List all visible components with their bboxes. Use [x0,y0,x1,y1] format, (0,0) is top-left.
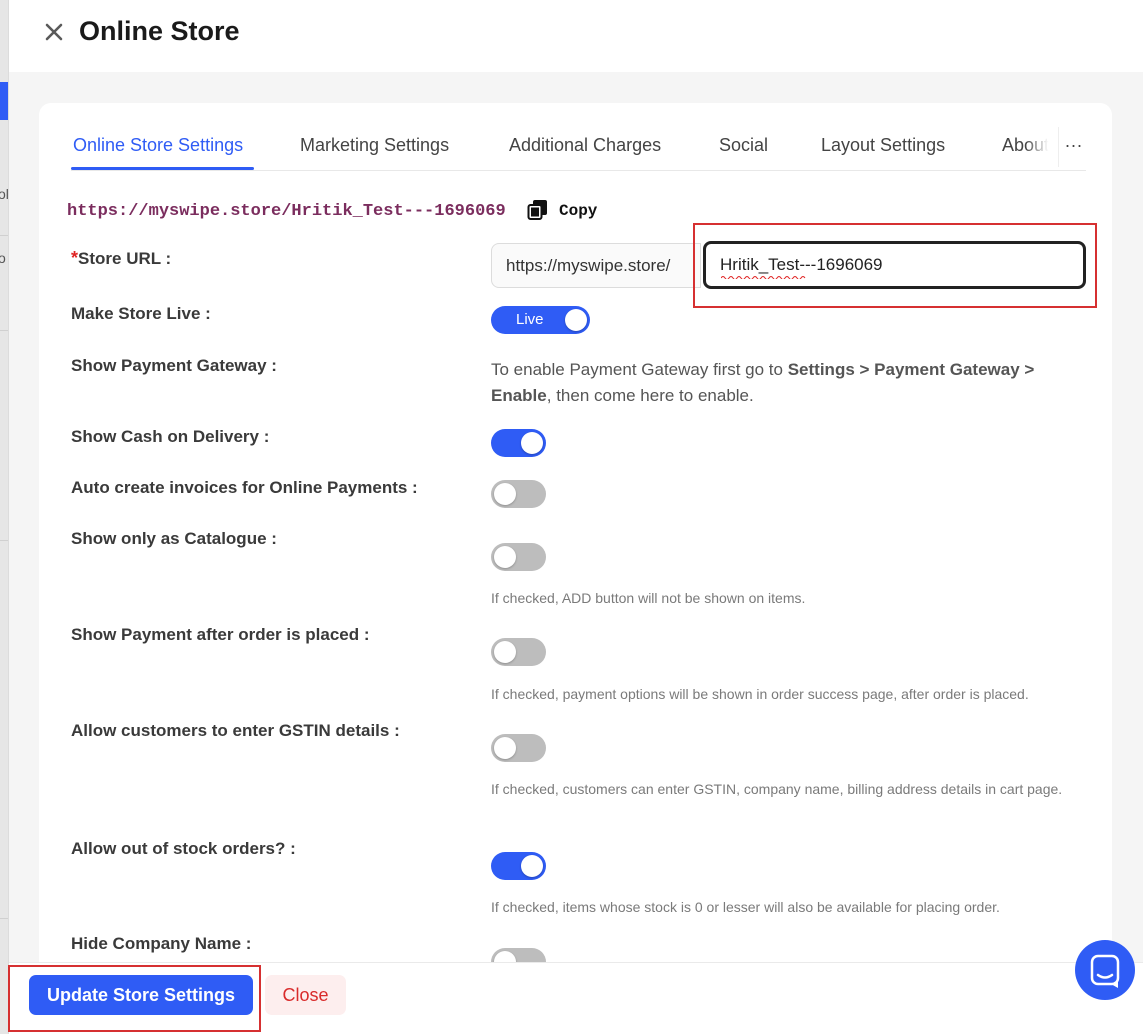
copy-label: Copy [559,202,598,220]
copy-icon [527,200,547,220]
background-divider [0,540,8,541]
close-icon-glyph [45,23,63,41]
tab-layout-settings[interactable]: Layout Settings [821,135,945,156]
hide-company-name-label: Hide Company Name : [71,934,252,953]
store-url-input[interactable] [703,241,1086,289]
toggle-knob [521,432,543,454]
catalogue-toggle[interactable] [491,543,546,571]
make-store-live-toggle[interactable]: Live [491,306,590,334]
payment-gateway-info-suffix: , then come here to enable. [546,386,754,405]
tab-more-icon[interactable]: ··· [1058,127,1088,167]
live-toggle-text: Live [516,311,544,328]
out-of-stock-toggle[interactable] [491,852,546,880]
background-nav-active [0,82,8,120]
payment-after-order-hint: If checked, payment options will be show… [491,686,1029,702]
auto-create-invoices-label: Auto create invoices for Online Payments… [71,478,418,497]
online-store-drawer: Online Store Online Store Settings Marke… [8,0,1143,1034]
toggle-knob [494,737,516,759]
close-button[interactable]: Close [265,975,346,1015]
close-icon[interactable] [42,20,66,44]
cash-on-delivery-toggle[interactable] [491,429,546,457]
show-cash-on-delivery-label: Show Cash on Delivery : [71,427,270,446]
chat-support-button[interactable] [1075,940,1135,1000]
payment-gateway-info-path: Settings > Payment Gateway > [787,360,1035,379]
background-divider [0,330,8,331]
toggle-knob [521,855,543,877]
tab-overflow-fade [1026,127,1058,167]
gstin-hint: If checked, customers can enter GSTIN, c… [491,781,1063,797]
toggle-knob [565,309,587,331]
tab-online-store-settings[interactable]: Online Store Settings [73,135,243,156]
gstin-toggle[interactable] [491,734,546,762]
store-url-prefix: https://myswipe.store/ [491,243,701,288]
show-payment-after-order-label: Show Payment after order is placed : [71,625,370,644]
chat-icon [1090,954,1120,988]
auto-create-invoices-toggle[interactable] [491,480,546,508]
payment-after-order-toggle[interactable] [491,638,546,666]
background-divider [0,235,8,236]
store-url-label-text: Store URL : [78,249,172,268]
tab-additional-charges[interactable]: Additional Charges [509,135,661,156]
store-url-input-group: https://myswipe.store/ [491,241,1086,289]
allow-gstin-label: Allow customers to enter GSTIN details : [71,721,400,740]
catalogue-hint: If checked, ADD button will not be shown… [491,590,806,606]
background-text: o [0,250,6,266]
tab-social[interactable]: Social [719,135,768,156]
store-url-label: *Store URL : [71,248,171,269]
drawer-title: Online Store [79,16,240,46]
payment-gateway-info: To enable Payment Gateway first go to Se… [491,357,1061,409]
update-store-settings-button[interactable]: Update Store Settings [29,975,253,1015]
toggle-knob [494,641,516,663]
payment-gateway-info-enable: Enable [491,386,547,405]
show-payment-gateway-label: Show Payment Gateway : [71,356,277,375]
tab-marketing-settings[interactable]: Marketing Settings [300,135,449,156]
background-app-strip: ol o [0,0,9,1034]
drawer-footer: Update Store Settings Close [9,962,1143,1034]
toggle-knob [494,483,516,505]
settings-tabs: Online Store Settings Marketing Settings… [71,127,1088,171]
toggle-knob [494,546,516,568]
settings-card: Online Store Settings Marketing Settings… [39,103,1112,983]
drawer-header: Online Store [9,0,1143,72]
show-only-catalogue-label: Show only as Catalogue : [71,529,277,548]
make-store-live-label: Make Store Live : [71,304,211,323]
allow-out-of-stock-label: Allow out of stock orders? : [71,839,296,858]
background-divider [0,918,8,919]
store-url-link[interactable]: https://myswipe.store/Hritik_Test---1696… [67,202,506,221]
active-tab-indicator [71,167,254,170]
out-of-stock-hint: If checked, items whose stock is 0 or le… [491,899,1000,915]
payment-gateway-info-prefix: To enable Payment Gateway first go to [491,360,788,379]
required-asterisk: * [71,248,79,268]
